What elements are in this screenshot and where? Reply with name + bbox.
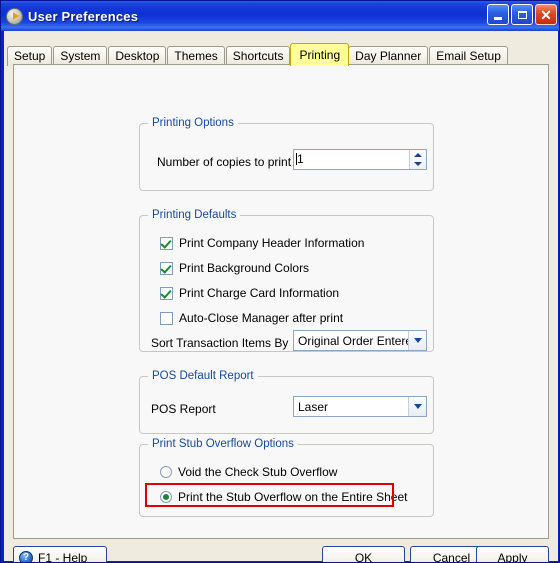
- number-of-copies-label: Number of copies to print: [157, 155, 292, 169]
- radio-icon[interactable]: [160, 491, 172, 503]
- tab-system[interactable]: System: [53, 46, 108, 66]
- tab-label: Shortcuts: [232, 49, 284, 63]
- maximize-icon: [517, 10, 527, 19]
- tab-label: Themes: [174, 49, 218, 63]
- print-stub-overflow-group: Print Stub Overflow Options Void the Che…: [139, 438, 434, 517]
- printing-tab-panel: Printing Options Number of copies to pri…: [13, 64, 549, 539]
- apply-button-label: Apply: [497, 551, 528, 563]
- tab-day-planner[interactable]: Day Planner: [348, 46, 429, 66]
- tab-themes[interactable]: Themes: [167, 46, 225, 66]
- checkbox-auto-close-manager[interactable]: Auto-Close Manager after print: [160, 311, 343, 325]
- help-button-label: F1 - Help: [38, 551, 88, 563]
- radio-label: Void the Check Stub Overflow: [178, 465, 338, 479]
- cancel-button-label: Cancel: [432, 551, 471, 563]
- pos-report-value: Laser: [298, 399, 329, 414]
- sort-dropdown-value: Original Order Entered: [298, 333, 408, 348]
- window-controls: ✕: [487, 4, 557, 25]
- tab-shortcuts[interactable]: Shortcuts: [225, 46, 291, 66]
- help-button[interactable]: ? F1 - Help: [13, 546, 107, 563]
- minimize-icon: [494, 16, 502, 20]
- checkbox-icon[interactable]: [160, 311, 173, 325]
- number-of-copies-input[interactable]: 1: [294, 150, 409, 169]
- sort-transaction-items-label: Sort Transaction Items By: [151, 336, 289, 350]
- arrow-down-icon: [414, 162, 422, 167]
- number-of-copies-stepper[interactable]: 1: [293, 149, 427, 170]
- window-title: User Preferences: [28, 8, 139, 24]
- copies-value: 1: [297, 152, 304, 166]
- checkbox-label: Print Charge Card Information: [179, 286, 340, 300]
- checkbox-label: Print Company Header Information: [179, 236, 365, 250]
- checkbox-icon[interactable]: [160, 286, 173, 300]
- pos-default-report-legend: POS Default Report: [148, 370, 258, 382]
- checkbox-label: Print Background Colors: [179, 261, 310, 275]
- checkbox-label: Auto-Close Manager after print: [179, 311, 344, 325]
- stepper-buttons[interactable]: [409, 150, 426, 169]
- question-mark-icon: ?: [19, 551, 33, 562]
- user-preferences-window: User Preferences ✕ Setup System Desktop …: [0, 0, 560, 563]
- ok-button[interactable]: OK: [322, 546, 405, 563]
- play-circle-icon: [6, 7, 23, 25]
- apply-button[interactable]: Apply: [476, 546, 549, 563]
- radio-void-check-stub-overflow[interactable]: Void the Check Stub Overflow: [160, 465, 337, 479]
- radio-icon[interactable]: [160, 466, 172, 478]
- pos-report-dropdown[interactable]: Laser: [293, 396, 427, 417]
- minimize-button[interactable]: [487, 4, 509, 25]
- maximize-button[interactable]: [511, 4, 533, 25]
- dialog-client-area: Setup System Desktop Themes Shortcuts Pr…: [4, 31, 558, 563]
- tab-desktop[interactable]: Desktop: [108, 46, 167, 66]
- printing-options-legend: Printing Options: [148, 117, 238, 129]
- ok-button-label: OK: [354, 551, 373, 563]
- dropdown-button[interactable]: [408, 331, 426, 350]
- radio-print-stub-overflow-entire-sheet[interactable]: Print the Stub Overflow on the Entire Sh…: [160, 490, 407, 504]
- checkbox-print-charge-card[interactable]: Print Charge Card Information: [160, 286, 339, 300]
- print-stub-overflow-legend: Print Stub Overflow Options: [148, 438, 298, 450]
- tab-email-setup[interactable]: Email Setup: [429, 46, 508, 66]
- pos-default-report-group: POS Default Report POS Report Laser: [139, 370, 434, 434]
- close-button[interactable]: ✕: [535, 4, 557, 25]
- radio-label: Print the Stub Overflow on the Entire Sh…: [178, 490, 408, 504]
- checkbox-icon[interactable]: [160, 236, 173, 250]
- sort-transaction-items-dropdown[interactable]: Original Order Entered: [293, 330, 427, 351]
- dropdown-button[interactable]: [408, 397, 426, 416]
- chevron-down-icon: [413, 338, 422, 343]
- tab-setup[interactable]: Setup: [7, 46, 53, 66]
- close-icon: ✕: [540, 6, 552, 23]
- arrow-up-icon: [414, 152, 422, 157]
- tab-printing[interactable]: Printing: [290, 43, 350, 66]
- pos-report-label: POS Report: [151, 402, 216, 416]
- tab-label: Desktop: [115, 49, 160, 63]
- chevron-down-icon: [413, 404, 422, 409]
- stepper-down-button[interactable]: [410, 160, 426, 170]
- checkbox-print-company-header[interactable]: Print Company Header Information: [160, 236, 364, 250]
- tab-label: Printing: [299, 48, 341, 62]
- printing-options-group: Printing Options Number of copies to pri…: [139, 117, 434, 191]
- title-bar[interactable]: User Preferences ✕: [1, 1, 559, 31]
- tab-label: Email Setup: [436, 49, 501, 63]
- tab-label: System: [60, 49, 101, 63]
- tab-label: Day Planner: [355, 49, 422, 63]
- tab-bar: Setup System Desktop Themes Shortcuts Pr…: [7, 41, 509, 66]
- tab-label: Setup: [14, 49, 46, 63]
- printing-defaults-group: Printing Defaults Print Company Header I…: [139, 209, 434, 352]
- checkbox-print-background-colors[interactable]: Print Background Colors: [160, 261, 309, 275]
- printing-defaults-legend: Printing Defaults: [148, 209, 241, 221]
- stepper-up-button[interactable]: [410, 150, 426, 160]
- checkbox-icon[interactable]: [160, 261, 173, 275]
